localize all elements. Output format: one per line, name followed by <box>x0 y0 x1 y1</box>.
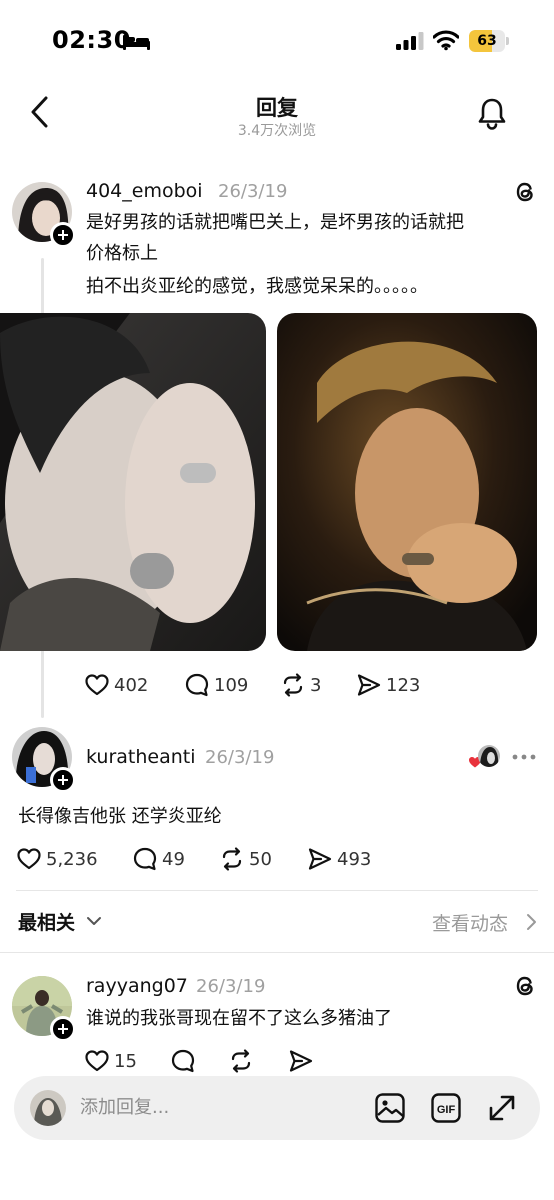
view-count: 3.4万次浏览 <box>237 123 317 139</box>
page-title: 回复 <box>256 96 298 120</box>
share-icon <box>357 674 381 696</box>
like-button[interactable]: 402 <box>84 670 148 700</box>
like-button[interactable]: 5,236 <box>16 844 98 874</box>
follow-plus-icon[interactable] <box>50 1016 76 1042</box>
share-icon <box>289 1050 313 1072</box>
share-button[interactable]: 493 <box>307 844 371 874</box>
post-text: 谁说的我张哥现在留不了这么多猪油了 <box>86 1008 392 1029</box>
like-count: 402 <box>114 674 149 696</box>
share-button[interactable]: 123 <box>356 670 420 700</box>
divider <box>16 890 538 891</box>
like-count: 5,236 <box>46 848 98 870</box>
expand-icon[interactable] <box>486 1092 518 1124</box>
follow-plus-icon[interactable] <box>50 767 76 793</box>
post-photo[interactable] <box>0 313 266 651</box>
gif-label: GIF <box>437 1104 456 1116</box>
chevron-right-icon[interactable] <box>524 912 538 932</box>
wifi-icon <box>433 30 459 51</box>
comment-button[interactable]: 49 <box>132 844 185 874</box>
username[interactable]: rayyang07 <box>86 975 188 997</box>
repost-icon <box>283 673 303 697</box>
chevron-down-icon[interactable] <box>86 914 102 928</box>
comment-count: 109 <box>214 674 249 696</box>
status-bar: 02:30 63 <box>0 0 554 82</box>
bell-icon[interactable] <box>476 96 508 130</box>
battery-level: 63 <box>477 33 497 49</box>
like-count: 15 <box>114 1050 137 1072</box>
share-button[interactable] <box>288 1046 314 1076</box>
username[interactable]: 404_emoboi <box>86 180 203 202</box>
post-photo[interactable] <box>277 313 537 651</box>
heart-icon <box>17 848 41 870</box>
share-icon <box>308 848 332 870</box>
status-time: 02:30 <box>52 26 131 54</box>
header: 回复 3.4万次浏览 <box>0 82 554 152</box>
heart-icon <box>85 1050 109 1072</box>
reply-input[interactable]: 添加回复... <box>80 1076 169 1140</box>
reply-bar: 添加回复... GIF <box>14 1076 540 1140</box>
more-options-icon[interactable] <box>512 753 536 761</box>
avatar <box>30 1090 66 1126</box>
threads-icon[interactable] <box>512 973 538 999</box>
comment-button[interactable]: 109 <box>184 670 248 700</box>
repost-icon <box>231 1049 251 1073</box>
comment-icon <box>133 847 157 871</box>
repost-count: 3 <box>310 674 322 696</box>
username[interactable]: kuratheanti <box>86 746 196 768</box>
share-count: 493 <box>337 848 372 870</box>
comment-icon <box>171 1049 195 1073</box>
bed-icon <box>123 35 150 50</box>
repost-icon <box>222 847 242 871</box>
post-text: 长得像吉他张 还学炎亚纶 <box>18 806 222 827</box>
comment-count: 49 <box>162 848 185 870</box>
author-avatar-small <box>478 745 500 767</box>
post-text-line: 价格标上 <box>86 243 158 264</box>
gif-icon[interactable]: GIF <box>430 1092 462 1124</box>
battery-icon: 63 <box>469 30 509 52</box>
repost-button[interactable] <box>228 1046 254 1076</box>
divider <box>0 952 554 953</box>
image-icon[interactable] <box>374 1092 406 1124</box>
post-text-line: 是好男孩的话就把嘴巴关上，是坏男孩的话就把 <box>86 212 464 233</box>
threads-icon[interactable] <box>512 179 538 205</box>
repost-button[interactable]: 50 <box>219 844 272 874</box>
view-activity-link[interactable]: 查看动态 <box>432 909 508 936</box>
like-button[interactable]: 15 <box>84 1046 137 1076</box>
comment-button[interactable] <box>170 1046 196 1076</box>
post-text-line: 拍不出炎亚纶的感觉，我感觉呆呆的。。。。。 <box>86 276 428 297</box>
signal-icon <box>396 32 424 50</box>
repost-button[interactable]: 3 <box>280 670 321 700</box>
comment-icon <box>185 673 209 697</box>
sort-dropdown[interactable]: 最相关 <box>18 908 75 935</box>
post-date: 26/3/19 <box>218 181 288 202</box>
heart-icon <box>85 674 109 696</box>
share-count: 123 <box>386 674 421 696</box>
repost-count: 50 <box>249 848 272 870</box>
post-date: 26/3/19 <box>205 747 275 768</box>
post-date: 26/3/19 <box>196 976 266 997</box>
follow-plus-icon[interactable] <box>50 222 76 248</box>
